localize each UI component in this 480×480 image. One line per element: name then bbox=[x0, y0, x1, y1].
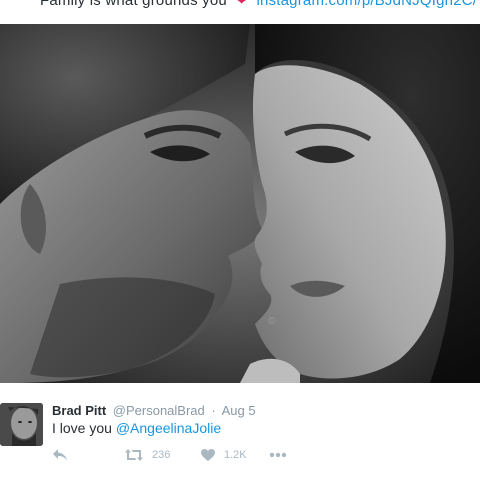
reply-icon bbox=[53, 449, 67, 461]
photo-watermark: © bbox=[268, 316, 276, 327]
tweet-body: I love you bbox=[52, 420, 116, 436]
separator-dot: · bbox=[211, 403, 216, 418]
more-button[interactable] bbox=[269, 446, 287, 464]
display-name[interactable]: Brad Pitt bbox=[52, 403, 106, 418]
avatar[interactable] bbox=[0, 403, 43, 446]
like-count: 1.2K bbox=[224, 449, 247, 461]
retweet-count: 236 bbox=[152, 449, 171, 461]
tweet-screenshot: Family is what grounds you ❤ instagram.c… bbox=[0, 0, 480, 480]
retweet-button[interactable]: 236 bbox=[124, 446, 170, 464]
instagram-link[interactable]: instagram.com/p/BJdNJQIgh2C/ bbox=[256, 0, 477, 9]
like-button[interactable]: 1.2K bbox=[200, 446, 247, 464]
previous-tweet-text-strip: Family is what grounds you ❤ instagram.c… bbox=[0, 0, 480, 22]
retweet-icon bbox=[125, 449, 143, 461]
tweet[interactable]: Brad Pitt @PersonalBrad · Aug 5 I love y… bbox=[0, 383, 480, 480]
tweet-actions: 236 1.2K bbox=[52, 446, 352, 464]
heart-icon bbox=[201, 449, 215, 461]
tweet-text: I love you @AngeelinaJolie bbox=[52, 420, 221, 436]
previous-tweet-text: Family is what grounds you ❤ instagram.c… bbox=[40, 0, 477, 9]
avatar-image bbox=[0, 403, 43, 446]
tweet-header: Brad Pitt @PersonalBrad · Aug 5 bbox=[52, 403, 256, 418]
tweet-date[interactable]: Aug 5 bbox=[222, 403, 256, 418]
previous-tweet-body: Family is what grounds you bbox=[40, 0, 227, 9]
user-handle[interactable]: @PersonalBrad bbox=[113, 403, 205, 418]
reply-button[interactable] bbox=[52, 446, 68, 464]
heart-emoji-icon: ❤ bbox=[235, 0, 249, 9]
more-icon bbox=[269, 452, 287, 458]
photo-image: © bbox=[0, 24, 480, 383]
tweet-photo[interactable]: © bbox=[0, 24, 480, 383]
mention-link[interactable]: @AngeelinaJolie bbox=[116, 420, 221, 436]
